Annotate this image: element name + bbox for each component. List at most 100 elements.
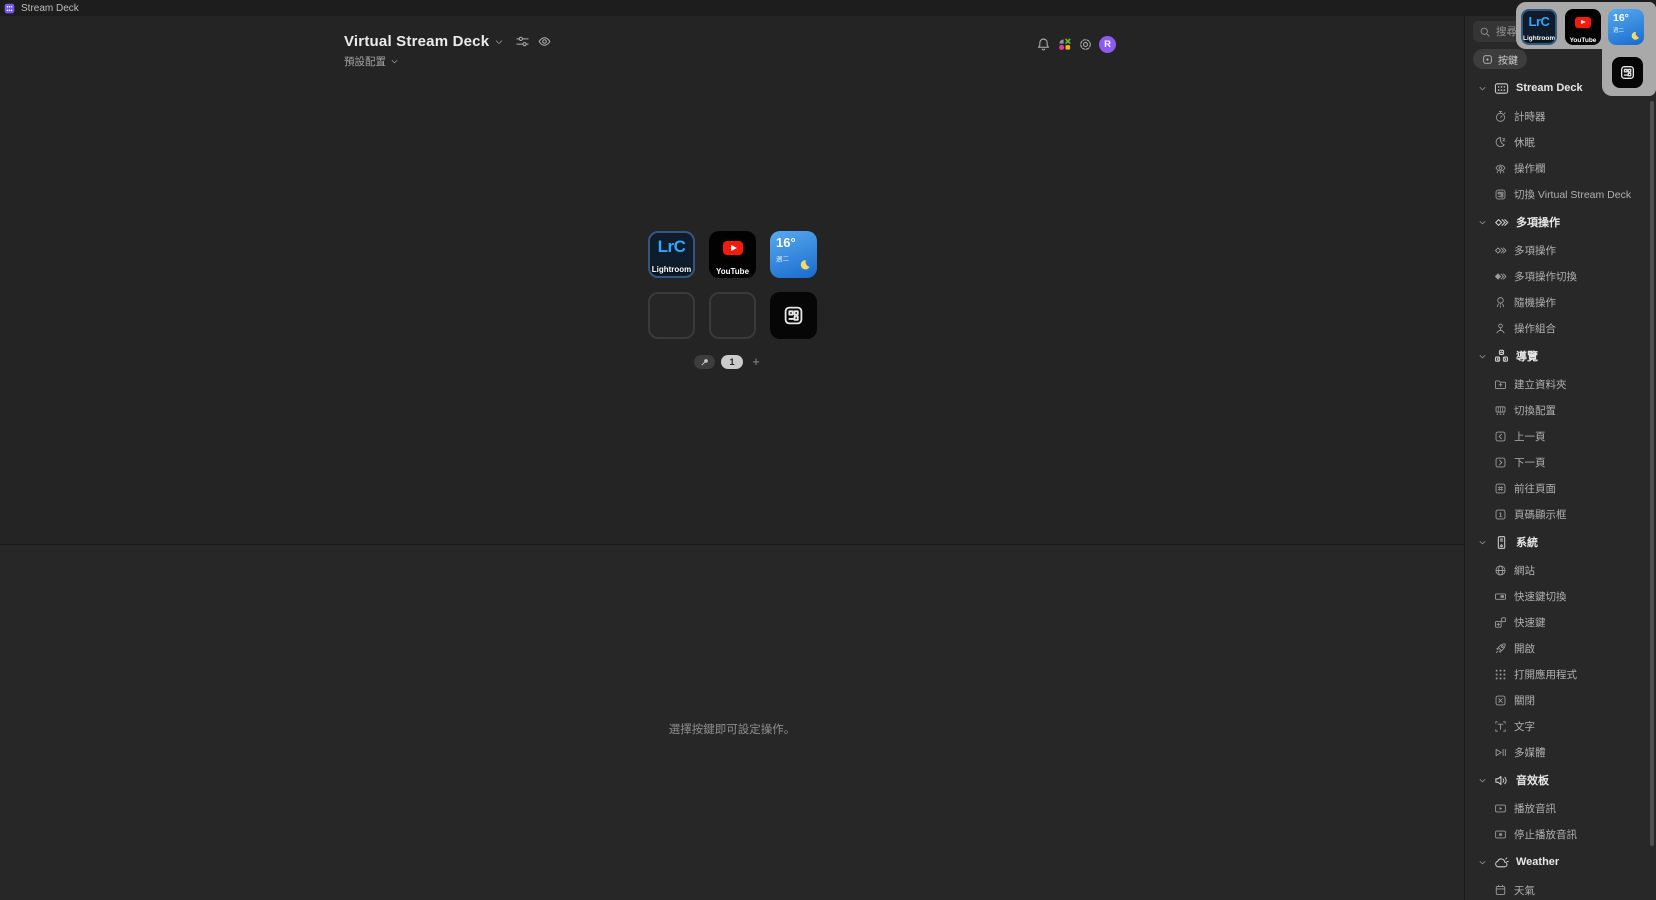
multi-action-icon [1494,244,1507,257]
key-empty[interactable] [709,292,756,339]
action-item[interactable]: 多項操作切換 [1465,263,1656,289]
add-page-button[interactable]: + [749,355,763,369]
action-item-label: 快速鍵切換 [1514,590,1567,603]
action-combo-icon [1494,322,1507,335]
action-item[interactable]: 建立資料夾 [1465,371,1656,397]
goto-page-icon [1494,482,1507,495]
action-item[interactable]: 前往頁面 [1465,475,1656,501]
configure-deck-icon[interactable] [515,34,530,49]
action-item-label: 操作組合 [1514,322,1556,335]
stop-audio-icon [1494,828,1507,841]
action-item-label: 打開應用程式 [1514,668,1577,681]
lightroom-logo-text: LrC [1528,14,1550,29]
page-1-button[interactable]: 1 [721,355,743,369]
filter-chip-keys[interactable]: 按鍵 [1473,49,1527,69]
action-item[interactable]: 操作組合 [1465,315,1656,341]
pin-page-button[interactable] [694,355,715,369]
profile-config-selector[interactable]: 預設配置 [344,54,552,69]
action-item[interactable]: 多項操作 [1465,237,1656,263]
pin-icon [700,357,710,367]
config-chevron-down-icon [390,57,399,66]
action-item[interactable]: 打開應用程式 [1465,661,1656,687]
action-item[interactable]: 天氣 [1465,877,1656,900]
category-soundboard[interactable]: 音效板 [1465,765,1656,795]
action-item[interactable]: 下一頁 [1465,449,1656,475]
action-item-label: 停止播放音訊 [1514,828,1577,841]
key-youtube[interactable]: YouTube [1565,9,1601,45]
profile-header: Virtual Stream Deck 預設配置 [344,33,552,69]
action-item[interactable]: 1 頁碼顯示框 [1465,501,1656,527]
action-item[interactable]: 快速鍵 [1465,609,1656,635]
category-weather[interactable]: Weather [1465,847,1656,877]
action-item[interactable]: 文字 [1465,713,1656,739]
key-label: Lightroom [651,265,692,274]
key-empty[interactable] [648,292,695,339]
action-item-label: 多媒體 [1514,746,1546,759]
category-navigation[interactable]: 導覽 [1465,341,1656,371]
action-item[interactable]: 播放音訊 [1465,795,1656,821]
key-lightroom[interactable]: LrC Lightroom [648,231,695,278]
open-app-icon [1494,668,1507,681]
weather-temperature: 16° [1613,12,1629,24]
switch-profile-icon [1494,404,1507,417]
weather-temperature: 16° [776,235,796,250]
category-label: 導覽 [1516,351,1538,363]
action-item-label: 快速鍵 [1514,616,1546,629]
category-system[interactable]: 系統 [1465,527,1656,557]
svg-text:1: 1 [1499,511,1503,518]
action-item[interactable]: 關閉 [1465,687,1656,713]
marketplace-icon[interactable] [1057,37,1072,52]
action-item-label: 開啟 [1514,642,1535,655]
key-weather[interactable]: 16° 週二 [1608,9,1644,45]
action-item[interactable]: 網站 [1465,557,1656,583]
action-item[interactable]: 多媒體 [1465,739,1656,765]
action-bar-icon [1494,162,1507,175]
key-switch-virtual-stream-deck[interactable] [1612,57,1643,88]
action-item[interactable]: 上一頁 [1465,423,1656,449]
key-label: YouTube [715,267,750,276]
stream-deck-logo-icon [4,3,15,14]
key-switch-virtual-stream-deck[interactable] [770,292,817,339]
page-bar: 1 + [694,355,763,369]
action-item[interactable]: 操作欄 [1465,155,1656,181]
action-item-label: 播放音訊 [1514,802,1556,815]
action-item[interactable]: 切換配置 [1465,397,1656,423]
action-item-label: 前往頁面 [1514,482,1556,495]
notifications-bell-icon[interactable] [1036,37,1051,52]
key-youtube[interactable]: YouTube [709,231,756,278]
action-item-label: 切換配置 [1514,404,1556,417]
key-grid: LrC Lightroom YouTube 16° 週二 [648,231,817,339]
close-icon [1494,694,1507,707]
sidebar-scrollbar[interactable] [1650,101,1654,846]
profile-name[interactable]: Virtual Stream Deck [344,33,489,50]
action-item-label: 下一頁 [1514,456,1546,469]
action-item[interactable]: 開啟 [1465,635,1656,661]
lightroom-logo-text: LrC [657,237,686,256]
category-label: 多項操作 [1516,217,1560,229]
crescent-moon-icon [1631,31,1641,41]
action-item[interactable]: 快速鍵切換 [1465,583,1656,609]
action-item-label: 隨機操作 [1514,296,1556,309]
preview-eye-icon[interactable] [537,34,552,49]
play-audio-icon [1494,802,1507,815]
action-item-label: 休眠 [1514,136,1535,149]
action-item[interactable]: 切換 Virtual Stream Deck [1465,181,1656,207]
window-title: Stream Deck [21,2,79,14]
action-item[interactable]: 停止播放音訊 [1465,821,1656,847]
actions-sidebar: 按鍵 Stream Deck 計時器休眠操作欄切換 Virtual Stream … [1464,16,1656,900]
multi-action-icon [1494,215,1509,230]
action-item-label: 操作欄 [1514,162,1546,175]
account-avatar[interactable]: R [1099,36,1116,53]
key-weather[interactable]: 16° 週二 [770,231,817,278]
window-titlebar: Stream Deck [0,0,1656,16]
text-icon [1494,720,1507,733]
profile-chevron-down-icon[interactable] [494,37,504,47]
action-item[interactable]: 計時器 [1465,103,1656,129]
canvas-area: Virtual Stream Deck 預設配置 R LrC Lightroom Y… [0,16,1464,900]
action-item[interactable]: 隨機操作 [1465,289,1656,315]
action-item[interactable]: 休眠 [1465,129,1656,155]
settings-gear-icon[interactable] [1078,37,1093,52]
key-lightroom[interactable]: LrC Lightroom [1521,9,1557,45]
category-multi-action[interactable]: 多項操作 [1465,207,1656,237]
chevron-down-icon [1478,352,1487,361]
